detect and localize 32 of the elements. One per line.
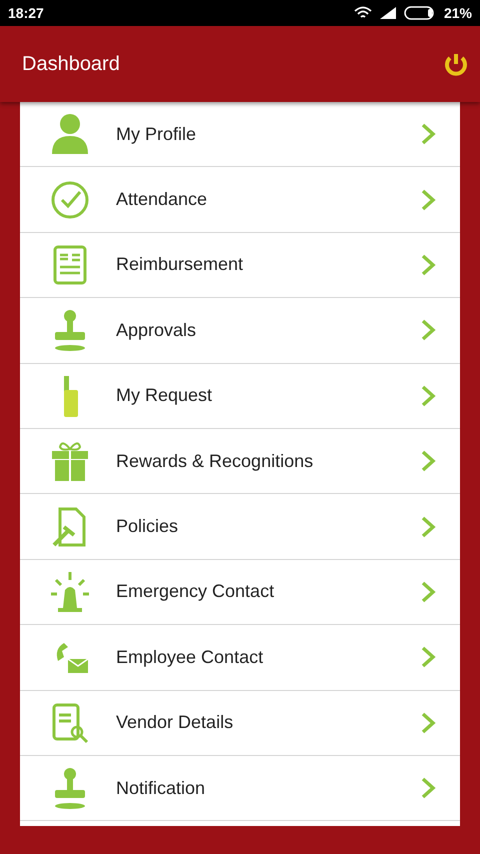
battery-percent: 21%	[444, 5, 472, 21]
menu-item[interactable]: Rewards & Recognitions	[20, 428, 460, 494]
menu-item[interactable]: Attendance	[20, 167, 460, 233]
chevron-icon	[420, 188, 436, 211]
app-title: Dashboard	[22, 52, 120, 76]
menu-item[interactable]: Approvals	[20, 298, 460, 364]
battery-icon	[404, 6, 436, 20]
menu-item[interactable]: My Profile	[20, 102, 460, 168]
chevron-icon	[420, 254, 436, 276]
menu-item[interactable]: Employee Contact	[20, 625, 460, 691]
person-icon	[50, 112, 90, 156]
chevron-icon	[420, 450, 436, 472]
signal-icon	[380, 7, 396, 19]
menu-item[interactable]: Emergency Contact	[20, 560, 460, 626]
chevron-icon	[420, 712, 436, 734]
menu-item[interactable]: Policies	[20, 494, 460, 560]
menu-item[interactable]: My Request	[20, 364, 460, 429]
wifi-icon	[354, 6, 372, 20]
menu-item[interactable]: Reimbursement	[20, 232, 460, 298]
chevron-icon	[420, 646, 436, 668]
chevron-icon	[420, 319, 436, 342]
power-icon[interactable]	[444, 52, 468, 76]
chevron-icon	[420, 516, 436, 538]
document-search-icon	[50, 700, 90, 745]
chevron-icon	[420, 777, 436, 800]
menu-item[interactable]: Vendor Details	[20, 690, 460, 756]
chevron-icon	[420, 384, 436, 407]
chevron-icon	[420, 580, 436, 603]
menu-item[interactable]: Notification	[20, 756, 460, 822]
chevron-icon	[420, 123, 436, 146]
status-time: 18:27	[8, 5, 44, 21]
siren-icon	[50, 570, 90, 614]
